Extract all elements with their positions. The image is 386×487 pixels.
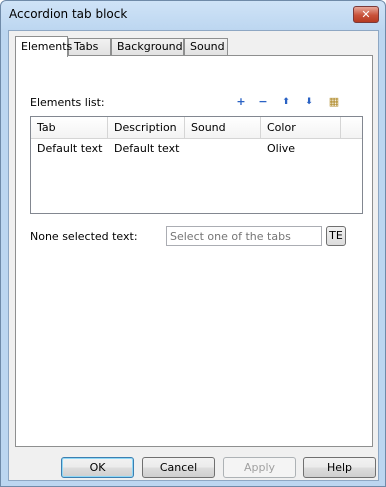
cell-color: Olive <box>267 142 296 155</box>
remove-icon[interactable]: − <box>255 94 271 110</box>
tab-tabs[interactable]: Tabs <box>68 38 111 56</box>
tab-sound[interactable]: Sound <box>184 38 228 56</box>
help-button[interactable]: Help <box>303 457 376 478</box>
elements-list-label: Elements list: <box>30 96 105 109</box>
title-bar[interactable]: Accordion tab block ✕ <box>1 1 385 29</box>
grid-header: Tab Description Sound Color <box>31 117 362 139</box>
cell-description: Default text <box>114 142 180 155</box>
add-icon[interactable]: + <box>233 94 249 110</box>
cell-tab: Default text <box>37 142 103 155</box>
apply-button[interactable]: Apply <box>223 457 296 478</box>
close-icon: ✕ <box>361 8 371 21</box>
tab-background[interactable]: Background <box>111 38 184 56</box>
tab-sound-label: Sound <box>190 40 225 53</box>
tab-tabs-label: Tabs <box>74 40 99 53</box>
ok-button[interactable]: OK <box>61 457 134 478</box>
dialog-window: Accordion tab block ✕ Elements Tabs Back… <box>0 0 386 487</box>
window-title: Accordion tab block <box>9 7 128 21</box>
elements-grid[interactable]: Tab Description Sound Color Default text… <box>30 116 363 214</box>
tab-elements[interactable]: Elements <box>15 36 72 57</box>
cell-sound <box>185 140 261 158</box>
column-header-color[interactable]: Color <box>261 117 341 139</box>
none-selected-label: None selected text: <box>30 230 138 243</box>
properties-icon[interactable]: ▦ <box>326 94 342 110</box>
tab-elements-label: Elements <box>21 40 73 53</box>
close-button[interactable]: ✕ <box>353 6 379 23</box>
none-selected-text-input[interactable] <box>166 226 322 246</box>
tab-background-label: Background <box>117 40 183 53</box>
elements-panel: Elements list: + − ⬆ ⬇ ▦ Tab Description… <box>15 55 373 447</box>
column-header-tab[interactable]: Tab <box>31 117 108 139</box>
cancel-button[interactable]: Cancel <box>142 457 215 478</box>
move-up-icon[interactable]: ⬆ <box>278 94 294 110</box>
column-header-sound[interactable]: Sound <box>185 117 261 139</box>
dialog-client: Elements Tabs Background Sound Elements … <box>8 30 379 481</box>
column-header-description[interactable]: Description <box>108 117 185 139</box>
text-editor-button[interactable]: TE <box>326 226 346 246</box>
table-row[interactable]: Default text Default text Olive <box>31 140 362 158</box>
move-down-icon[interactable]: ⬇ <box>301 94 317 110</box>
